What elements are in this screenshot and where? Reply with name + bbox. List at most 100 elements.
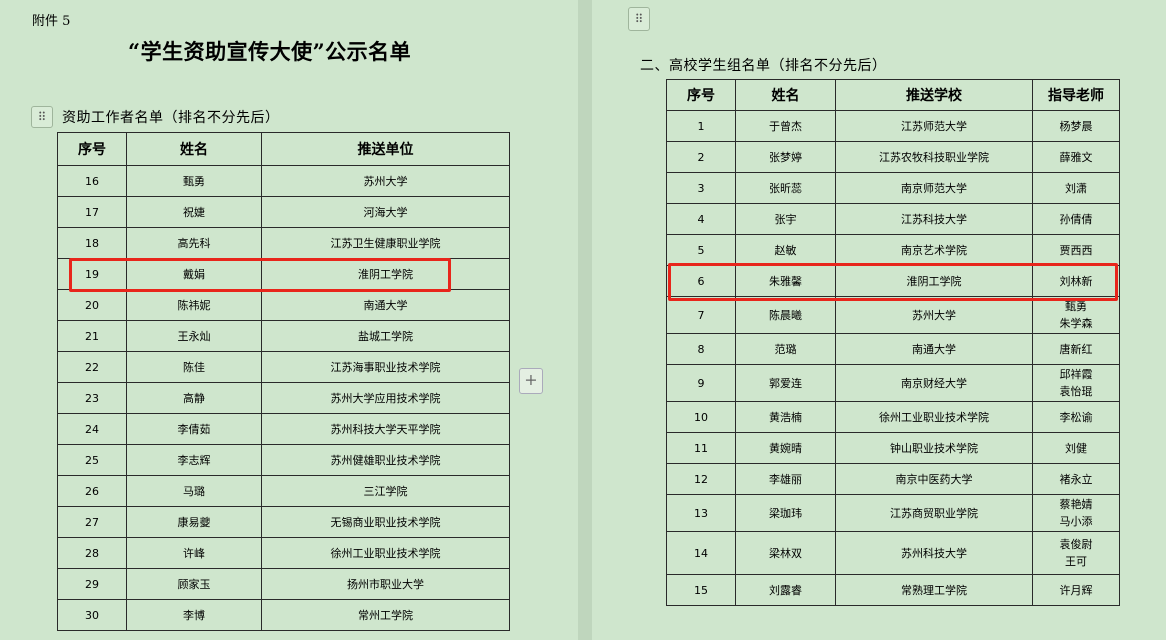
table-move-handle-icon[interactable]: ⠿ — [628, 7, 650, 31]
row-school: 南京财经大学 — [835, 364, 1033, 402]
table-row: 6 朱雅馨 淮阴工学院 刘林新 — [666, 265, 1120, 297]
advisor-name: 许月辉 — [1059, 583, 1093, 597]
attachment-label: 附件 5 — [32, 14, 71, 29]
row-unit: 淮阴工学院 — [261, 258, 510, 290]
row-school: 徐州工业职业技术学院 — [835, 401, 1033, 433]
row-unit: 三江学院 — [261, 475, 510, 507]
advisor-name: 蔡艳婧 — [1059, 498, 1093, 511]
row-name: 顾家玉 — [126, 568, 262, 600]
row-name: 陈佳 — [126, 351, 262, 383]
advisor-name-second: 朱学森 — [1059, 317, 1093, 330]
table-row: 22 陈佳 江苏海事职业技术学院 — [57, 351, 510, 383]
advisor-name: 袁俊尉 — [1059, 538, 1093, 551]
row-name: 甄勇 — [126, 165, 262, 197]
row-name: 范璐 — [735, 333, 836, 365]
row-no: 4 — [666, 203, 736, 235]
advisor-name: 贾西西 — [1059, 243, 1093, 257]
row-school: 江苏师范大学 — [835, 110, 1033, 142]
advisor-name: 甄勇 — [1065, 300, 1087, 313]
row-unit: 苏州科技大学天平学院 — [261, 413, 510, 445]
row-no: 17 — [57, 196, 127, 228]
advisor-name: 刘潇 — [1065, 181, 1087, 195]
row-name: 朱雅馨 — [735, 265, 836, 297]
row-school: 钟山职业技术学院 — [835, 432, 1033, 464]
row-no: 16 — [57, 165, 127, 197]
row-unit: 盐城工学院 — [261, 320, 510, 352]
advisor-name: 杨梦晨 — [1059, 119, 1093, 133]
row-no: 3 — [666, 172, 736, 204]
table-row: 24 李倩茹 苏州科技大学天平学院 — [57, 413, 510, 445]
row-name: 戴娟 — [126, 258, 262, 290]
table-row: 5 赵敏 南京艺术学院 贾西西 — [666, 234, 1120, 266]
table-row: 15 刘露睿 常熟理工学院 许月辉 — [666, 574, 1120, 606]
table-move-handle-icon[interactable]: ⠿ — [31, 106, 53, 128]
row-advisor: 刘潇 — [1032, 172, 1120, 204]
left-document-page: 附件 5 “学生资助宣传大使”公示名单 ⠿ 资助工作者名单（排名不分先后） 序号… — [0, 0, 578, 640]
row-school: 江苏商贸职业学院 — [835, 494, 1033, 532]
row-school: 江苏科技大学 — [835, 203, 1033, 235]
row-name: 黄婉晴 — [735, 432, 836, 464]
row-unit: 苏州大学 — [261, 165, 510, 197]
row-name: 李雄丽 — [735, 463, 836, 495]
add-row-button[interactable]: + — [519, 368, 543, 394]
row-name: 康易夔 — [126, 506, 262, 538]
section-heading-staff: 资助工作者名单（排名不分先后） — [62, 110, 280, 126]
row-no: 24 — [57, 413, 127, 445]
row-advisor: 邱祥霞 袁怡琨 — [1032, 364, 1120, 402]
row-name: 李博 — [126, 599, 262, 631]
row-no: 23 — [57, 382, 127, 414]
row-no: 18 — [57, 227, 127, 259]
row-no: 14 — [666, 531, 736, 575]
table-header-row: 序号 姓名 推送单位 — [57, 132, 510, 166]
row-name: 马璐 — [126, 475, 262, 507]
row-name: 刘露睿 — [735, 574, 836, 606]
table-row: 3 张昕蕊 南京师范大学 刘潇 — [666, 172, 1120, 204]
row-no: 22 — [57, 351, 127, 383]
row-name: 祝婕 — [126, 196, 262, 228]
section-heading-students: 二、高校学生组名单（排名不分先后） — [640, 58, 887, 74]
document-title: “学生资助宣传大使”公示名单 — [128, 39, 412, 64]
row-no: 6 — [666, 265, 736, 297]
row-unit: 河海大学 — [261, 196, 510, 228]
row-school: 江苏农牧科技职业学院 — [835, 141, 1033, 173]
table-row: 29 顾家玉 扬州市职业大学 — [57, 568, 510, 600]
row-no: 2 — [666, 141, 736, 173]
advisor-name: 褚永立 — [1059, 472, 1093, 486]
row-advisor: 刘林新 — [1032, 265, 1120, 297]
row-advisor: 甄勇 朱学森 — [1032, 296, 1120, 334]
row-name: 于曾杰 — [735, 110, 836, 142]
table-row: 17 祝婕 河海大学 — [57, 196, 510, 228]
header-advisor: 指导老师 — [1032, 79, 1120, 111]
header-unit: 推送单位 — [261, 132, 510, 166]
table-row: 21 王永灿 盐城工学院 — [57, 320, 510, 352]
row-advisor: 唐新红 — [1032, 333, 1120, 365]
row-unit: 苏州健雄职业技术学院 — [261, 444, 510, 476]
row-advisor: 孙倩倩 — [1032, 203, 1120, 235]
table-row: 12 李雄丽 南京中医药大学 褚永立 — [666, 463, 1120, 495]
header-name: 姓名 — [126, 132, 262, 166]
row-unit: 扬州市职业大学 — [261, 568, 510, 600]
row-no: 15 — [666, 574, 736, 606]
advisor-name: 邱祥霞 — [1059, 368, 1093, 381]
row-name: 赵敏 — [735, 234, 836, 266]
row-no: 5 — [666, 234, 736, 266]
row-advisor: 杨梦晨 — [1032, 110, 1120, 142]
row-advisor: 刘健 — [1032, 432, 1120, 464]
page-gutter — [578, 0, 592, 640]
row-no: 19 — [57, 258, 127, 290]
row-school: 常熟理工学院 — [835, 574, 1033, 606]
header-name: 姓名 — [735, 79, 836, 111]
staff-table: 序号 姓名 推送单位 16 甄勇 苏州大学 17 祝婕 河海大学 18 高先科 江苏卫生健康职业… — [57, 132, 510, 631]
row-name: 张昕蕊 — [735, 172, 836, 204]
row-name: 许峰 — [126, 537, 262, 569]
header-no: 序号 — [57, 132, 127, 166]
advisor-name: 孙倩倩 — [1059, 212, 1093, 226]
row-unit: 无锡商业职业技术学院 — [261, 506, 510, 538]
row-advisor: 蔡艳婧 马小添 — [1032, 494, 1120, 532]
table-row: 7 陈晨曦 苏州大学 甄勇 朱学森 — [666, 296, 1120, 334]
row-school: 南京艺术学院 — [835, 234, 1033, 266]
advisor-name-second: 王可 — [1065, 555, 1087, 568]
table-row: 14 梁林双 苏州科技大学 袁俊尉 王可 — [666, 531, 1120, 575]
table-row: 1 于曾杰 江苏师范大学 杨梦晨 — [666, 110, 1120, 142]
row-unit: 江苏卫生健康职业学院 — [261, 227, 510, 259]
